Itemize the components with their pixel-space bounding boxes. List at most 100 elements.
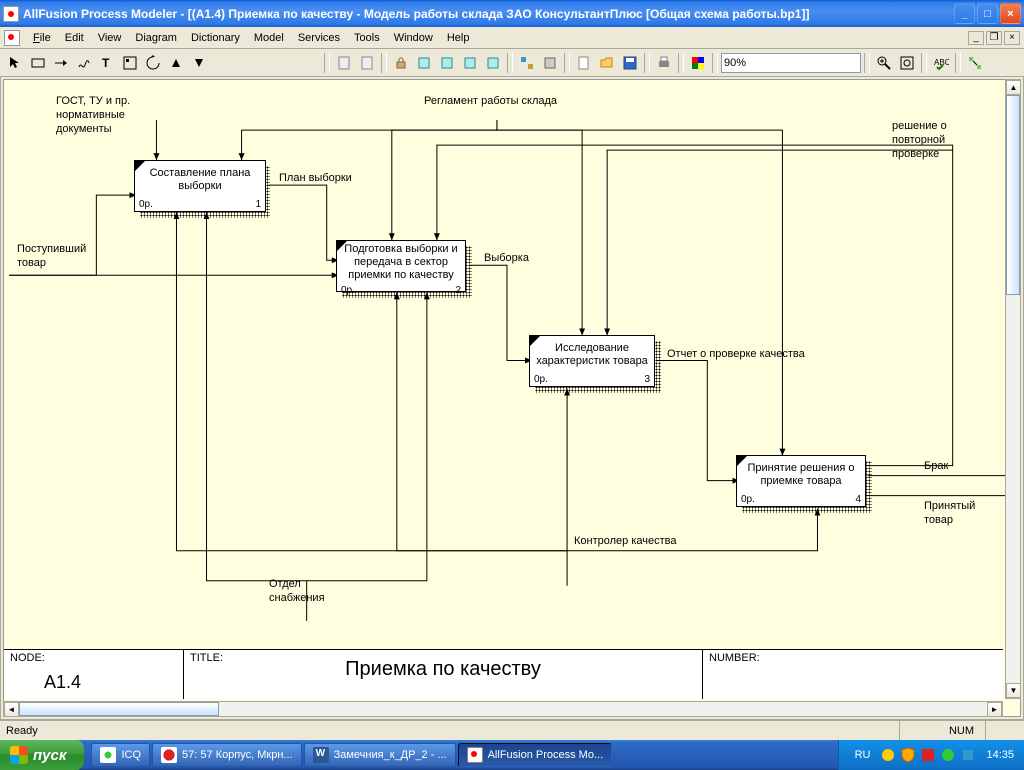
tray-shield-icon[interactable] [900,747,916,763]
word-icon [313,747,329,763]
window-minimize-button[interactable]: _ [954,3,975,24]
label-vyborka: Выборка [484,252,529,266]
label-brak: Брак [924,460,948,474]
tool-arrow[interactable] [50,52,72,74]
toolbar: T ABC [0,49,1024,77]
activity-box-1[interactable]: Составление плана выборки 0р.1 [134,160,266,212]
statusbar: Ready NUM [0,720,1024,740]
tool-new[interactable] [573,52,595,74]
menu-file[interactable]: Filedocument.currentScript.previousEleme… [26,30,58,46]
menu-edit[interactable]: Edit [58,30,91,46]
taskbar-item-allfusion[interactable]: AllFusion Process Mo... [458,743,613,767]
tool-dict3[interactable] [459,52,481,74]
canvas-container: ГОСТ, ТУ и пр. нормативные документы Рег… [0,77,1024,720]
tool-squiggle[interactable] [73,52,95,74]
menu-window[interactable]: Window [387,30,440,46]
label-postup: Поступивший товар [17,243,102,271]
tool-activity-box[interactable] [27,52,49,74]
vertical-scrollbar[interactable]: ▲ ▼ [1005,79,1021,699]
title-value: Приемка по качеству [184,658,702,681]
label-plan: План выборки [279,172,352,186]
horizontal-scrollbar[interactable]: ◄ ► [3,701,1003,717]
mdi-minimize-button[interactable]: _ [968,31,984,45]
menu-diagram[interactable]: Diagram [128,30,184,46]
scroll-down-button[interactable]: ▼ [1006,683,1021,698]
scroll-left-button[interactable]: ◄ [4,702,19,717]
tool-print[interactable] [653,52,675,74]
window-close-button[interactable]: × [1000,3,1021,24]
label-gost: ГОСТ, ТУ и пр. нормативные документы [56,95,156,136]
taskbar-item-opera[interactable]: 57: 57 Корпус, Мкрн... [152,743,302,767]
node-header: NODE: [10,652,45,664]
window-maximize-button[interactable]: □ [977,3,998,24]
tray-icon-1[interactable] [880,747,896,763]
tray-icon-5[interactable] [960,747,976,763]
icq-icon [100,747,116,763]
menu-tools[interactable]: Tools [347,30,387,46]
window-titlebar: AllFusion Process Modeler - [(A1.4) Прие… [0,0,1024,27]
mdi-restore-button[interactable]: ❐ [986,31,1002,45]
tool-text[interactable]: T [96,52,118,74]
menu-view[interactable]: View [91,30,129,46]
tray-avira-icon[interactable] [920,747,936,763]
tool-dict2[interactable] [436,52,458,74]
tool-zoom-in[interactable] [873,52,895,74]
tool-dict1[interactable] [413,52,435,74]
status-text: Ready [0,721,900,740]
tool-goto-sibling[interactable] [188,52,210,74]
menubar: Filedocument.currentScript.previousEleme… [0,27,1024,49]
mdi-icon[interactable] [4,30,20,46]
taskbar-item-word[interactable]: Замечния_к_ДР_2 - ... [304,743,456,767]
taskbar-item-icq[interactable]: ICQ [91,743,150,767]
tool-model-explorer[interactable] [516,52,538,74]
mdi-close-button[interactable]: × [1004,31,1020,45]
window-title: AllFusion Process Modeler - [(A1.4) Прие… [23,7,954,21]
svg-text:T: T [102,56,110,70]
tool-zoom-fit[interactable] [896,52,918,74]
label-otchet: Отчет о проверке качества [667,348,805,362]
system-tray: RU 14:35 [838,740,1024,770]
diagram-title-block: NODE: A1.4 TITLE: Приемка по качеству NU… [4,649,1003,699]
zoom-select[interactable] [721,53,861,73]
app-icon [467,747,483,763]
label-reglament: Регламент работы склада [424,95,557,109]
diagram-canvas[interactable]: ГОСТ, ТУ и пр. нормативные документы Рег… [3,79,1021,717]
node-value: A1.4 [44,672,81,693]
tool-open[interactable] [596,52,618,74]
tray-clock[interactable]: 14:35 [986,749,1014,761]
menu-help[interactable]: Help [440,30,477,46]
tool-report2[interactable] [356,52,378,74]
label-otdel: Отдел снабжения [269,578,349,606]
tool-build[interactable] [539,52,561,74]
activity-label: Составление плана выборки [135,161,265,199]
tool-pointer[interactable] [4,52,26,74]
tool-goto-parent[interactable] [142,52,164,74]
activity-box-3[interactable]: Исследование характеристик товара 0р.3 [529,335,655,387]
scroll-right-button[interactable]: ► [987,702,1002,717]
scroll-up-button[interactable]: ▲ [1006,80,1021,95]
activity-box-2[interactable]: Подготовка выборки и передача в сектор п… [336,240,466,292]
tool-report1[interactable] [333,52,355,74]
tool-dict4[interactable] [482,52,504,74]
tool-relation[interactable] [964,52,986,74]
activity-label: Принятие решения о приемке товара [737,456,865,494]
activity-label: Исследование характеристик товара [530,336,654,374]
tool-diagram-manager[interactable] [119,52,141,74]
menu-dictionary[interactable]: Dictionary [184,30,247,46]
tool-lock[interactable] [390,52,412,74]
windows-taskbar: пуск ICQ 57: 57 Корпус, Мкрн... Замечния… [0,740,1024,770]
tool-spellcheck[interactable]: ABC [930,52,952,74]
label-kontroler: Контролер качества [574,535,677,549]
opera-icon [161,747,177,763]
tool-goto-child[interactable] [165,52,187,74]
tray-icon-4[interactable] [940,747,956,763]
tool-colors[interactable] [687,52,709,74]
menu-model[interactable]: Model [247,30,291,46]
start-button[interactable]: пуск [0,740,84,770]
tray-language[interactable]: RU [855,749,871,761]
activity-box-4[interactable]: Принятие решения о приемке товара 0р.4 [736,455,866,507]
label-prinyat: Принятый товар [924,500,994,528]
status-numlock: NUM [938,721,986,740]
tool-save[interactable] [619,52,641,74]
menu-services[interactable]: Services [291,30,347,46]
